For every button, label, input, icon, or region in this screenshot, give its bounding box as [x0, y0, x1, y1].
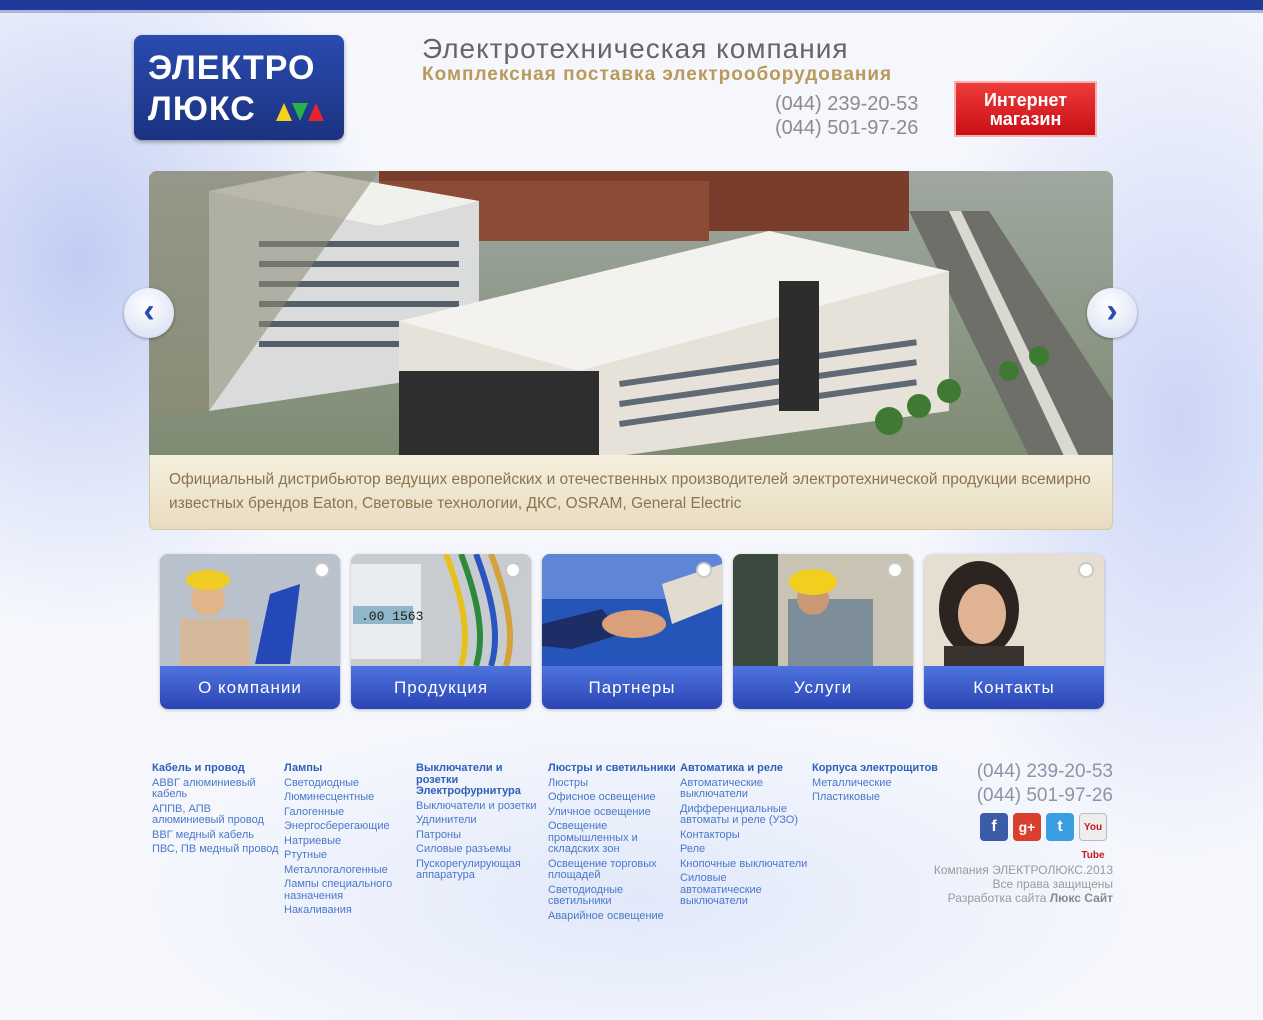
footer-link[interactable]: Натриевые: [284, 835, 414, 848]
footer-link[interactable]: Реле: [680, 843, 810, 856]
footer-column-switches: Выключатели и розетки Электрофурнитура В…: [416, 762, 546, 885]
footer-link[interactable]: Силовые автоматические выключатели: [680, 872, 810, 908]
header-phone-1: (044) 239-20-53: [775, 93, 919, 115]
footer-link[interactable]: Накаливания: [284, 904, 414, 917]
footer-column-enclosures: Корпуса электрощитов Металлические Пласт…: [812, 762, 942, 807]
tile-partners-label: Партнеры: [542, 666, 722, 709]
tile-partners[interactable]: Партнеры: [542, 554, 722, 709]
developer-prefix: Разработка сайта: [947, 891, 1047, 905]
footer-column-heading[interactable]: Лампы: [284, 762, 414, 775]
footer-link[interactable]: Аварийное освещение: [548, 910, 678, 923]
footer-link[interactable]: Галогенные: [284, 806, 414, 819]
footer-link[interactable]: Пускорегулирующая аппаратура: [416, 858, 546, 882]
tile-indicator-icon: [696, 562, 712, 578]
slider-building-illustration: [149, 171, 1113, 456]
footer-link[interactable]: Автоматические выключатели: [680, 777, 810, 801]
footer-link[interactable]: Люминесцентные: [284, 791, 414, 804]
tile-contacts-label: Контакты: [924, 666, 1104, 709]
twitter-icon[interactable]: t: [1046, 813, 1074, 841]
footer-link[interactable]: ВВГ медный кабель: [152, 829, 282, 842]
footer-column-lamps: Лампы Светодиодные Люминесцентные Галоге…: [284, 762, 414, 920]
copyright-text: Компания ЭЛЕКТРОЛЮКС.2013: [933, 863, 1113, 877]
tile-services-label: Услуги: [733, 666, 913, 709]
footer-link[interactable]: Металлогалогенные: [284, 864, 414, 877]
footer-column-heading[interactable]: Кабель и провод: [152, 762, 282, 775]
footer-phone-2: (044) 501-97-26: [976, 785, 1113, 806]
logo-triangles-icon: [276, 103, 324, 121]
footer-link[interactable]: Уличное освещение: [548, 806, 678, 819]
footer-link[interactable]: Патроны: [416, 829, 546, 842]
slider-caption: Официальный дистрибьютор ведущих европей…: [149, 455, 1113, 530]
facebook-icon[interactable]: f: [980, 813, 1008, 841]
footer-link[interactable]: Освещение промышленных и складских зон: [548, 820, 678, 856]
top-bar: [0, 0, 1263, 13]
tile-services[interactable]: Услуги: [733, 554, 913, 709]
footer-link[interactable]: ПВС, ПВ медный провод: [152, 843, 282, 856]
footer-link[interactable]: Контакторы: [680, 829, 810, 842]
footer-link[interactable]: Лампы специального назначения: [284, 878, 414, 902]
footer-phone-1: (044) 239-20-53: [976, 761, 1113, 782]
footer-link[interactable]: Освещение торговых площадей: [548, 858, 678, 882]
footer-link[interactable]: Офисное освещение: [548, 791, 678, 804]
footer-link[interactable]: Металлические: [812, 777, 942, 790]
footer-link[interactable]: АППВ, АПВ алюминиевый провод: [152, 803, 282, 827]
youtube-icon[interactable]: You Tube: [1079, 813, 1107, 861]
tile-indicator-icon: [887, 562, 903, 578]
footer-link[interactable]: Люстры: [548, 777, 678, 790]
logo-text-line2: ЛЮКС: [148, 90, 256, 128]
developer-link[interactable]: Люкс Сайт: [1050, 891, 1113, 905]
svg-text:.00 1563: .00 1563: [361, 609, 423, 624]
company-subtagline: Комплексная поставка электрооборудования: [422, 64, 893, 85]
tile-indicator-icon: [314, 562, 330, 578]
footer-link[interactable]: Силовые разъемы: [416, 843, 546, 856]
online-shop-label-line2: магазин: [989, 109, 1062, 129]
tile-products[interactable]: .00 1563 Продукция: [351, 554, 531, 709]
logo[interactable]: ЭЛЕКТРО ЛЮКС: [134, 35, 344, 140]
footer-link[interactable]: Пластиковые: [812, 791, 942, 804]
tile-products-label: Продукция: [351, 666, 531, 709]
footer-column-cable: Кабель и провод АВВГ алюминиевый кабель …: [152, 762, 282, 859]
footer-link[interactable]: Выключатели и розетки: [416, 800, 546, 813]
slider-prev-arrow-icon[interactable]: ‹: [124, 288, 174, 338]
footer-column-heading[interactable]: Корпуса электрощитов: [812, 762, 942, 775]
tile-about[interactable]: О компании: [160, 554, 340, 709]
footer-column-lighting: Люстры и светильники Люстры Офисное осве…: [548, 762, 678, 925]
footer-column-heading[interactable]: Выключатели и розетки Электрофурнитура: [416, 762, 546, 798]
google-plus-icon[interactable]: g+: [1013, 813, 1041, 841]
online-shop-button[interactable]: Интернет магазин: [954, 81, 1097, 137]
slider-image[interactable]: [149, 171, 1113, 456]
footer-column-heading[interactable]: Автоматика и реле: [680, 762, 810, 775]
engineer-photo-icon: [160, 554, 340, 666]
footer-link[interactable]: Кнопочные выключатели: [680, 858, 810, 871]
footer-link[interactable]: Ртутные: [284, 849, 414, 862]
footer-column-automation: Автоматика и реле Автоматические выключа…: [680, 762, 810, 911]
online-shop-label-line1: Интернет: [983, 90, 1068, 110]
slider-next-arrow-icon[interactable]: ›: [1087, 288, 1137, 338]
header-phone-2: (044) 501-97-26: [775, 117, 919, 139]
footer-link[interactable]: Светодиодные светильники: [548, 884, 678, 908]
tile-indicator-icon: [505, 562, 521, 578]
company-tagline: Электротехническая компания: [422, 33, 849, 64]
footer-link[interactable]: Светодиодные: [284, 777, 414, 790]
footer-link[interactable]: Энергосберегающие: [284, 820, 414, 833]
footer-column-heading[interactable]: Люстры и светильники: [548, 762, 678, 775]
footer-link[interactable]: АВВГ алюминиевый кабель: [152, 777, 282, 801]
logo-text-line1: ЭЛЕКТРО: [148, 49, 316, 87]
electric-meter-photo-icon: .00 1563: [351, 554, 531, 666]
electrician-photo-icon: [733, 554, 913, 666]
rights-text: Все права защищены: [992, 877, 1113, 891]
operator-photo-icon: [924, 554, 1104, 666]
developer-credit: Разработка сайта Люкс Сайт: [948, 891, 1113, 905]
tile-indicator-icon: [1078, 562, 1094, 578]
footer-link[interactable]: Удлинители: [416, 814, 546, 827]
footer-link[interactable]: Дифференциальные автоматы и реле (УЗО): [680, 803, 810, 827]
tile-contacts[interactable]: Контакты: [924, 554, 1104, 709]
tile-about-label: О компании: [160, 666, 340, 709]
handshake-photo-icon: [542, 554, 722, 666]
